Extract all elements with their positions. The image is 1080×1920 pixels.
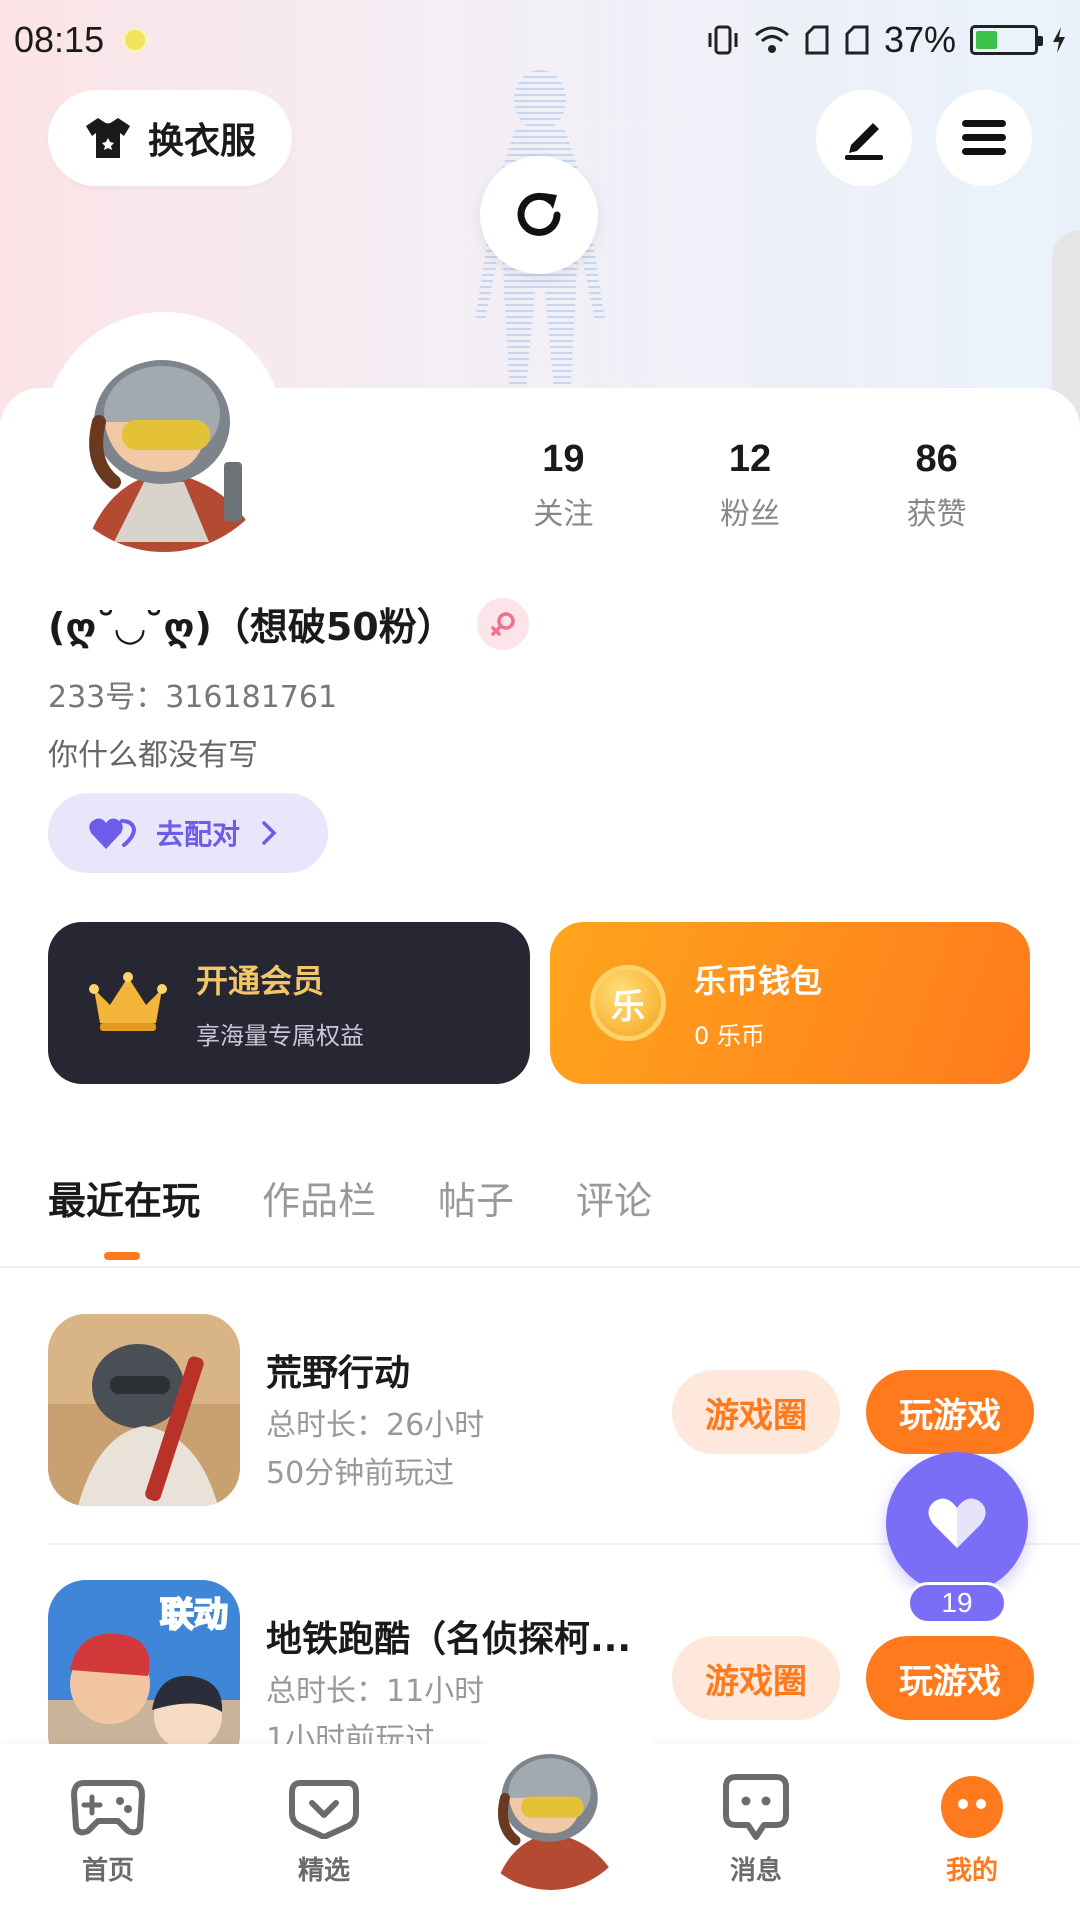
likes-stat[interactable]: 86 获赞: [843, 438, 1030, 533]
go-match-button[interactable]: 去配对: [48, 793, 328, 873]
play-game-button[interactable]: 玩游戏: [866, 1636, 1034, 1720]
play-game-button[interactable]: 玩游戏: [866, 1370, 1034, 1454]
hamburger-menu-icon: [962, 120, 1006, 155]
refresh-avatar-button[interactable]: [480, 156, 598, 274]
avatar[interactable]: [44, 312, 284, 552]
nav-label-home: 首页: [81, 1856, 134, 1886]
user-id: 233号：316181761: [48, 680, 338, 715]
refresh-icon: [517, 192, 561, 236]
likes-label: 获赞: [906, 497, 967, 532]
following-stat[interactable]: 19 关注: [470, 438, 657, 533]
chat-icon: [723, 1774, 789, 1840]
nav-center-avatar[interactable]: [466, 1720, 636, 1890]
game-name: 地铁跑酷（名侦探柯...: [266, 1619, 632, 1660]
profile-stats: 19 关注 12 粉丝 86 获赞: [470, 438, 1030, 533]
game-circle-button[interactable]: 游戏圈: [672, 1636, 840, 1720]
change-clothes-label: 换衣服: [147, 121, 256, 162]
likes-count: 86: [915, 438, 958, 480]
collab-badge: 联动: [160, 1595, 228, 1635]
followers-count: 12: [728, 438, 772, 480]
nav-item-mine[interactable]: 我的: [902, 1772, 1042, 1887]
tab-comments[interactable]: 评论: [576, 1170, 652, 1225]
wallet-balance: 0 乐币: [694, 1021, 765, 1050]
center-avatar-illustration: [466, 1720, 636, 1890]
battery-icon: [970, 25, 1043, 55]
heart-box-icon: [289, 1780, 359, 1839]
crown-icon: [89, 972, 167, 1031]
tabs-divider: [0, 1266, 1080, 1268]
game-circle-button[interactable]: 游戏圈: [672, 1370, 840, 1454]
wallet-card[interactable]: 乐 乐币钱包 0 乐币: [550, 922, 1030, 1084]
followers-stat[interactable]: 12 粉丝: [657, 438, 844, 533]
charging-icon: [1053, 27, 1065, 53]
game-name: 荒野行动: [266, 1353, 411, 1394]
sim-icon-2: [845, 25, 869, 55]
go-match-label: 去配对: [156, 818, 241, 851]
tab-works[interactable]: 作品栏: [262, 1170, 376, 1225]
notification-coin-icon: [122, 27, 149, 53]
game-icon-knives-out[interactable]: [48, 1314, 240, 1506]
nickname-text: (ღ˘◡˘ღ)（想破50粉）: [48, 605, 455, 649]
female-gender-icon: [476, 597, 529, 650]
change-clothes-button[interactable]: 换衣服: [48, 90, 292, 186]
avatar-illustration: [44, 312, 284, 552]
like-count-badge: 19: [907, 1582, 1007, 1624]
user-bio: 你什么都没有写: [48, 738, 258, 773]
nav-item-messages[interactable]: 消息: [686, 1772, 826, 1887]
status-bar: 08:15 37%: [0, 0, 1080, 80]
followers-label: 粉丝: [720, 497, 780, 532]
vip-subtitle: 享海量专属权益: [196, 1021, 364, 1050]
shirt-icon: [85, 118, 130, 158]
menu-button[interactable]: [936, 90, 1032, 186]
like-floating-button[interactable]: [886, 1452, 1028, 1594]
game-last-played: 50分钟前玩过: [266, 1456, 455, 1491]
profile-tabs: 最近在玩 作品栏 帖子 评论: [48, 1170, 652, 1260]
coin-icon: 乐: [590, 965, 666, 1041]
nav-label-messages: 消息: [729, 1856, 782, 1886]
following-count: 19: [542, 438, 585, 480]
game-duration: 总时长：11小时: [266, 1674, 485, 1709]
nav-item-home[interactable]: 首页: [38, 1772, 178, 1887]
following-label: 关注: [533, 497, 594, 532]
face-icon: [941, 1776, 1003, 1838]
game-list-item[interactable]: 荒野行动 总时长：26小时 50分钟前玩过 游戏圈 玩游戏: [48, 1314, 1048, 1510]
heart-icon: [928, 1498, 986, 1548]
tab-posts[interactable]: 帖子: [438, 1170, 514, 1225]
nav-item-featured[interactable]: 精选: [254, 1772, 394, 1887]
vip-membership-card[interactable]: 开通会员 享海量专属权益: [48, 922, 530, 1084]
status-time: 08:15: [14, 19, 105, 60]
game-duration: 总时长：26小时: [266, 1408, 485, 1443]
double-heart-icon: [89, 818, 136, 849]
battery-percent: 37%: [883, 19, 956, 60]
vibrate-icon: [708, 25, 738, 55]
user-nickname: (ღ˘◡˘ღ)（想破50粉）: [48, 596, 529, 651]
wifi-icon: [754, 26, 789, 53]
nav-label-mine: 我的: [945, 1856, 998, 1886]
tab-recently-played[interactable]: 最近在玩: [48, 1170, 200, 1260]
vip-title: 开通会员: [196, 961, 325, 1000]
chevron-right-icon: [262, 821, 277, 845]
nav-label-featured: 精选: [297, 1856, 350, 1886]
wallet-title: 乐币钱包: [694, 961, 823, 1000]
pen-icon: [845, 123, 883, 160]
sim-icon: [805, 25, 829, 55]
gamepad-icon: [71, 1780, 145, 1836]
edit-profile-button[interactable]: [816, 90, 912, 186]
